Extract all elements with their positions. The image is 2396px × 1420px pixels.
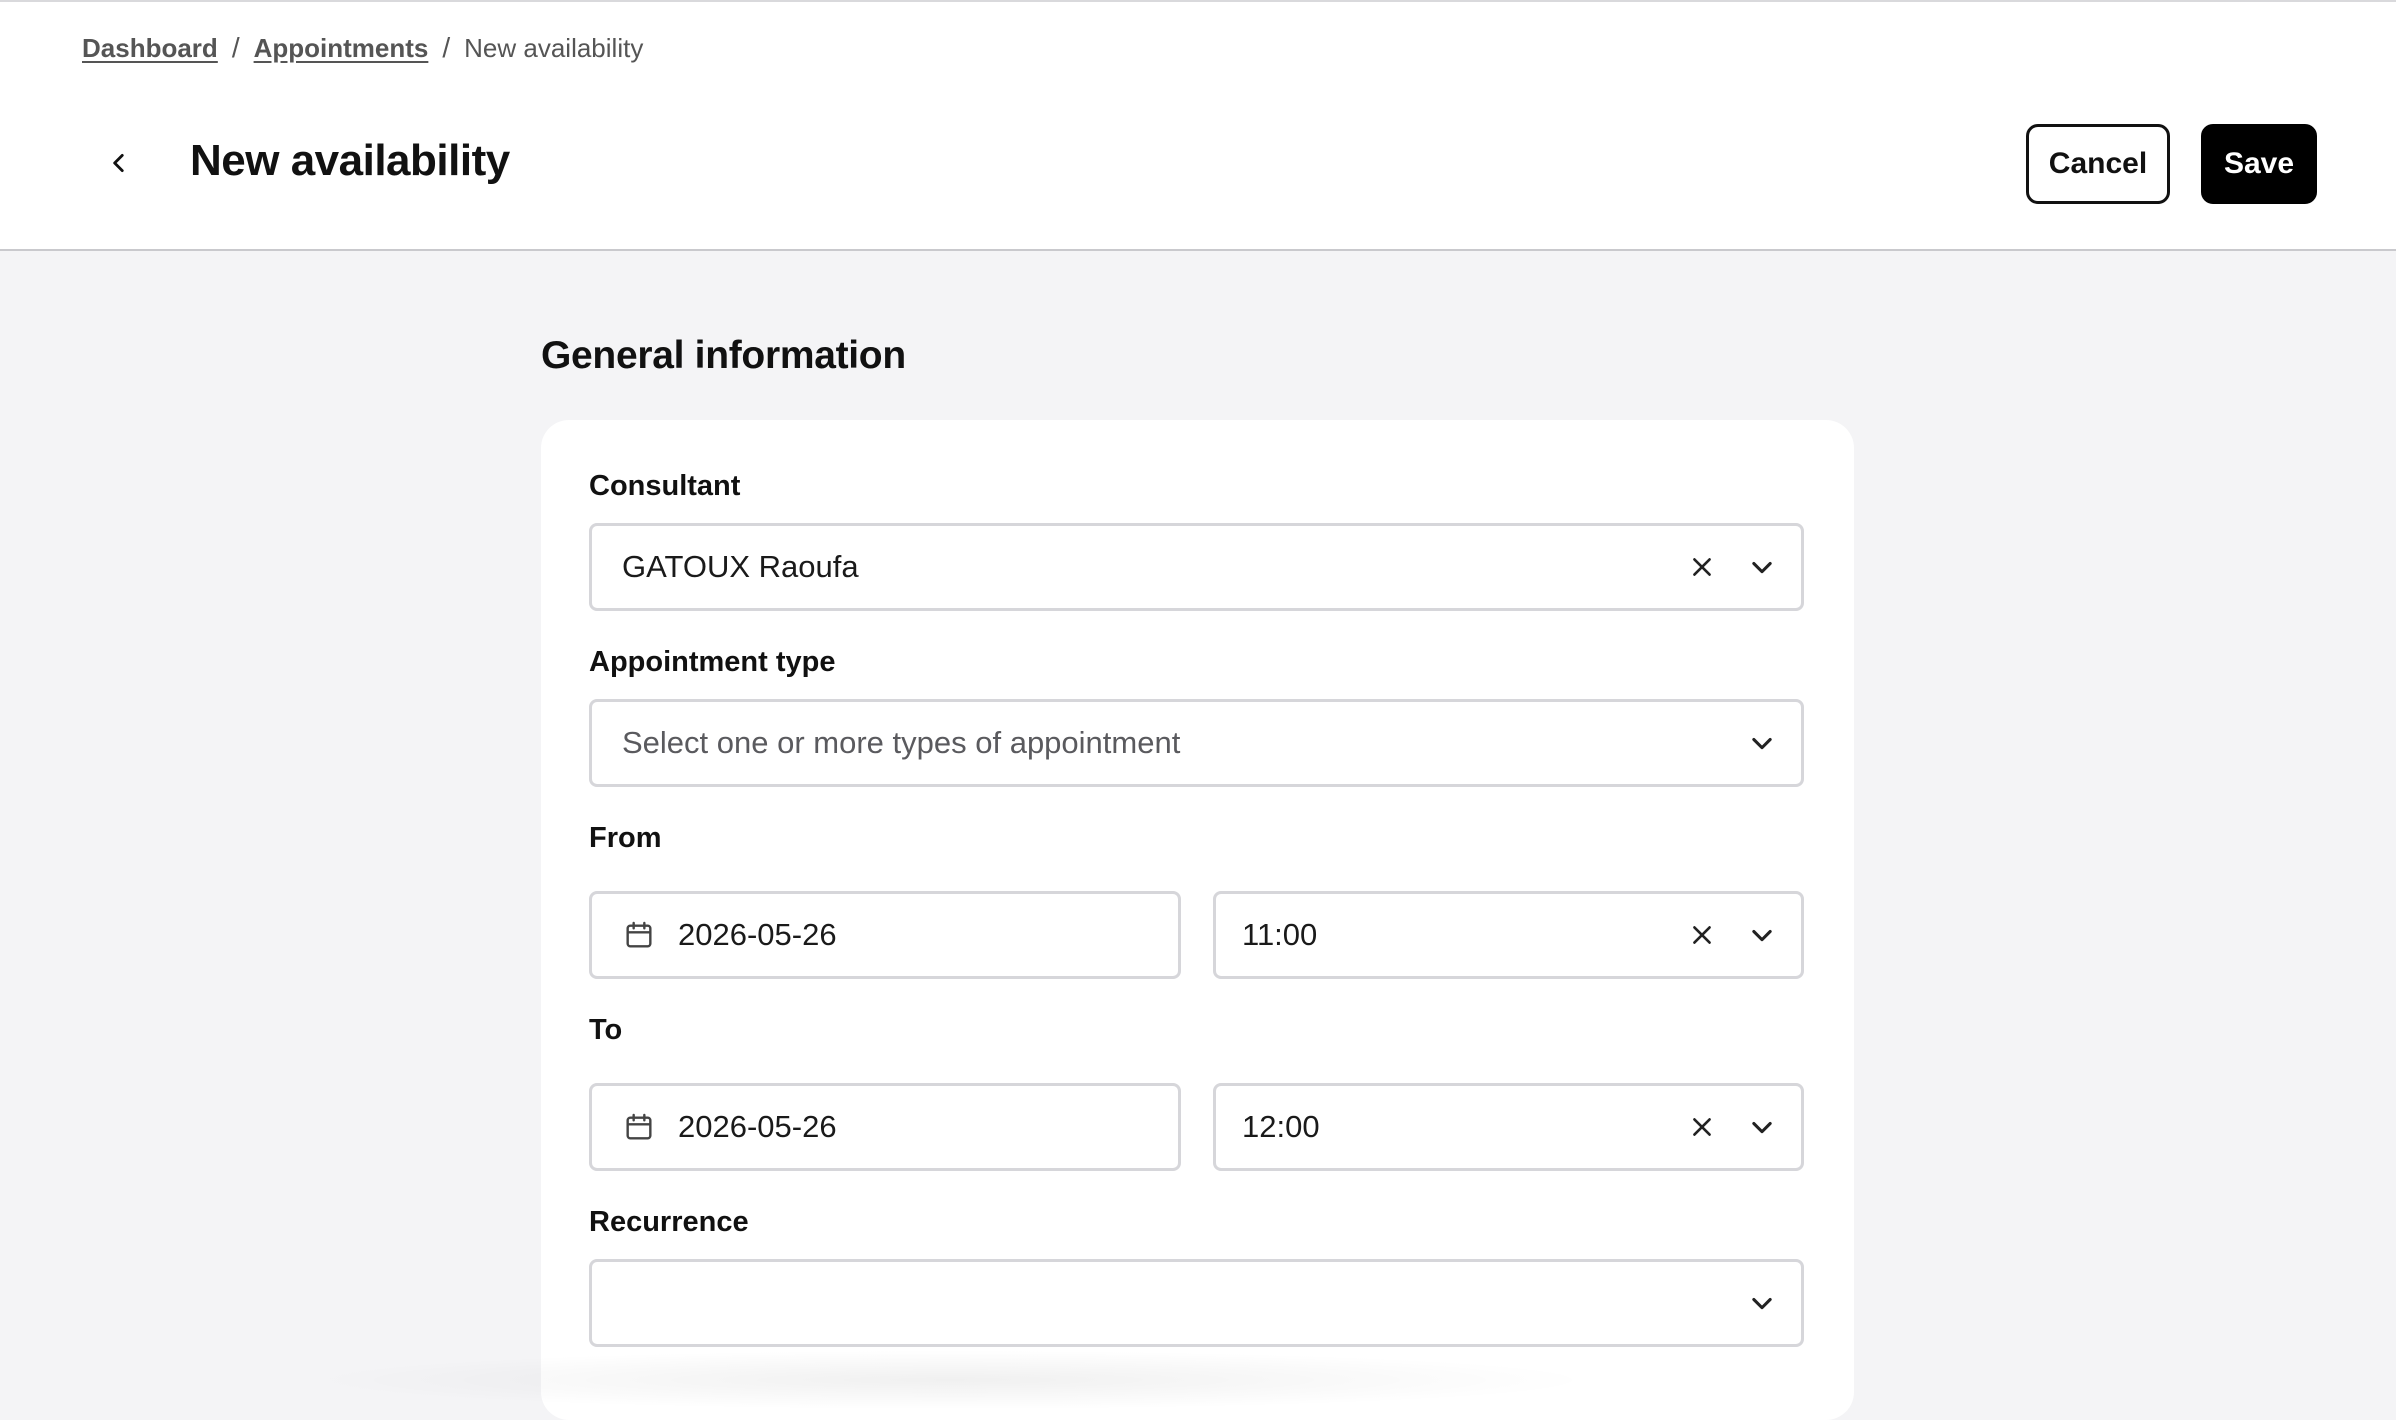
to-time-select[interactable]: 12:00 xyxy=(1213,1083,1804,1171)
consultant-value: GATOUX Raoufa xyxy=(622,549,859,584)
from-date-value: 2026-05-26 xyxy=(678,917,837,952)
chevron-down-icon[interactable] xyxy=(1745,1286,1779,1320)
breadcrumb-separator: / xyxy=(231,32,240,63)
save-button[interactable]: Save xyxy=(2201,124,2317,204)
chevron-down-icon[interactable] xyxy=(1745,550,1779,584)
back-button[interactable] xyxy=(96,140,142,186)
breadcrumb-dashboard-link[interactable]: Dashboard xyxy=(82,33,218,64)
section-title: General information xyxy=(541,334,906,377)
page-title: New availability xyxy=(190,136,510,185)
from-label: From xyxy=(589,822,662,854)
chevron-down-icon[interactable] xyxy=(1745,726,1779,760)
close-icon[interactable] xyxy=(1685,1110,1719,1144)
appointment-type-placeholder: Select one or more types of appointment xyxy=(622,725,1181,760)
from-time-select[interactable]: 11:00 xyxy=(1213,891,1804,979)
breadcrumb-current: New availability xyxy=(464,32,644,63)
chevron-down-icon[interactable] xyxy=(1745,918,1779,952)
recurrence-label: Recurrence xyxy=(589,1206,749,1238)
breadcrumb-appointments-link[interactable]: Appointments xyxy=(254,33,429,64)
breadcrumb: Dashboard / Appointments / New availabil… xyxy=(82,32,643,64)
breadcrumb-separator: / xyxy=(442,32,451,63)
chevron-down-icon[interactable] xyxy=(1745,1110,1779,1144)
from-date-input[interactable]: 2026-05-26 xyxy=(589,891,1181,979)
recurrence-select[interactable] xyxy=(589,1259,1804,1347)
cancel-button[interactable]: Cancel xyxy=(2026,124,2170,204)
close-icon[interactable] xyxy=(1685,918,1719,952)
to-date-input[interactable]: 2026-05-26 xyxy=(589,1083,1181,1171)
from-time-value: 11:00 xyxy=(1242,917,1318,952)
appointment-type-select[interactable]: Select one or more types of appointment xyxy=(589,699,1804,787)
consultant-select[interactable]: GATOUX Raoufa xyxy=(589,523,1804,611)
chevron-left-icon xyxy=(113,154,124,172)
general-information-card: Consultant GATOUX Raoufa Appointment typ… xyxy=(541,420,1854,1420)
calendar-icon xyxy=(622,918,656,952)
calendar-icon xyxy=(622,1110,656,1144)
to-label: To xyxy=(589,1014,623,1046)
page-header: Dashboard / Appointments / New availabil… xyxy=(0,0,2396,251)
close-icon[interactable] xyxy=(1685,550,1719,584)
to-time-value: 12:00 xyxy=(1242,1109,1320,1144)
consultant-label: Consultant xyxy=(589,470,741,502)
appointment-type-label: Appointment type xyxy=(589,646,836,678)
to-date-value: 2026-05-26 xyxy=(678,1109,837,1144)
